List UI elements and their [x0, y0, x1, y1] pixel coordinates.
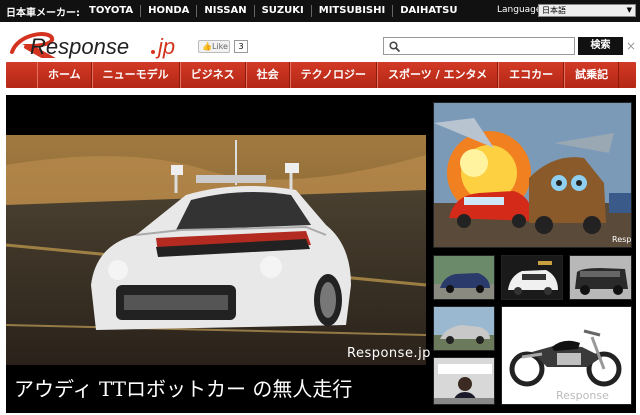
- logo-text: Response: [30, 34, 129, 59]
- maker-link-toyota[interactable]: TOYOTA: [82, 5, 140, 17]
- chevron-down-icon: ▼: [626, 6, 632, 14]
- thumbnail-blue-suv[interactable]: [433, 255, 495, 300]
- cars-movie-image: [434, 103, 631, 247]
- thumbnail-white-minivan[interactable]: [501, 255, 563, 300]
- like-count: 3: [234, 40, 248, 53]
- site-logo[interactable]: Response jp: [8, 28, 196, 60]
- nav-item-test-drive[interactable]: 試乗記: [564, 62, 620, 88]
- hero-caption[interactable]: アウディ TTロボットカー の無人走行: [14, 373, 352, 402]
- language-select[interactable]: 日本語 ▼: [538, 4, 636, 17]
- silver-sedan-image: [434, 307, 494, 350]
- maker-bar: 日本車メーカー: TOYOTA HONDA NISSAN SUZUKI MITS…: [0, 0, 640, 22]
- tile-watermark: Resp: [612, 235, 632, 244]
- nav-item-sports-entertainment[interactable]: スポーツ / エンタメ: [377, 62, 499, 88]
- blue-suv-image: [434, 256, 494, 299]
- maker-link-honda[interactable]: HONDA: [140, 5, 196, 17]
- nav-item-new-model[interactable]: ニューモデル: [91, 62, 180, 88]
- search-input[interactable]: [404, 39, 572, 53]
- like-label: Like: [211, 42, 228, 51]
- nav-item-business[interactable]: ビジネス: [179, 62, 246, 88]
- maker-link-daihatsu[interactable]: DAIHATSU: [392, 5, 464, 17]
- thumbnail-press-conference[interactable]: [433, 357, 495, 405]
- makers-label: 日本車メーカー:: [6, 8, 80, 19]
- white-minivan-image: [502, 256, 562, 299]
- search-button[interactable]: 検索: [578, 37, 623, 55]
- thumbnail-cars-movie[interactable]: Resp: [433, 102, 632, 248]
- facebook-like-button[interactable]: 👍Like: [198, 40, 230, 53]
- search-icon: [389, 41, 400, 52]
- hero-photo-robot-car: [6, 135, 426, 365]
- maker-links: TOYOTA HONDA NISSAN SUZUKI MITSUBISHI DA…: [82, 0, 464, 22]
- thumbnail-silver-sedan[interactable]: [433, 306, 495, 351]
- maker-link-mitsubishi[interactable]: MITSUBISHI: [310, 5, 392, 17]
- maker-link-nissan[interactable]: NISSAN: [196, 5, 253, 17]
- language-label: Language: [497, 5, 542, 15]
- nav-item-society[interactable]: 社会: [245, 62, 290, 88]
- hero-watermark: Response.jp: [347, 346, 431, 361]
- logo-suffix: jp: [155, 34, 175, 59]
- hero-image[interactable]: [6, 135, 426, 365]
- logo-dot: [151, 50, 155, 54]
- maker-link-suzuki[interactable]: SUZUKI: [253, 5, 311, 17]
- main-nav: ホーム ニューモデル ビジネス 社会 テクノロジー スポーツ / エンタメ エコ…: [6, 62, 636, 88]
- thumbnail-range-rover[interactable]: [569, 255, 632, 300]
- nav-item-technology[interactable]: テクノロジー: [289, 62, 378, 88]
- close-icon[interactable]: ×: [626, 39, 636, 53]
- search-box[interactable]: [383, 37, 575, 55]
- thumbnail-motorcycle[interactable]: Response: [501, 306, 632, 405]
- like-icon: 👍: [202, 42, 212, 51]
- nav-item-home[interactable]: ホーム: [37, 62, 92, 88]
- tile-watermark: Response: [556, 389, 609, 402]
- range-rover-image: [570, 256, 631, 299]
- feature-area: Response.jp アウディ TTロボットカー の無人走行 Resp Res…: [6, 95, 636, 413]
- nav-item-eco-car[interactable]: エコカー: [498, 62, 565, 88]
- language-select-value: 日本語: [542, 6, 566, 15]
- press-conference-image: [434, 358, 494, 404]
